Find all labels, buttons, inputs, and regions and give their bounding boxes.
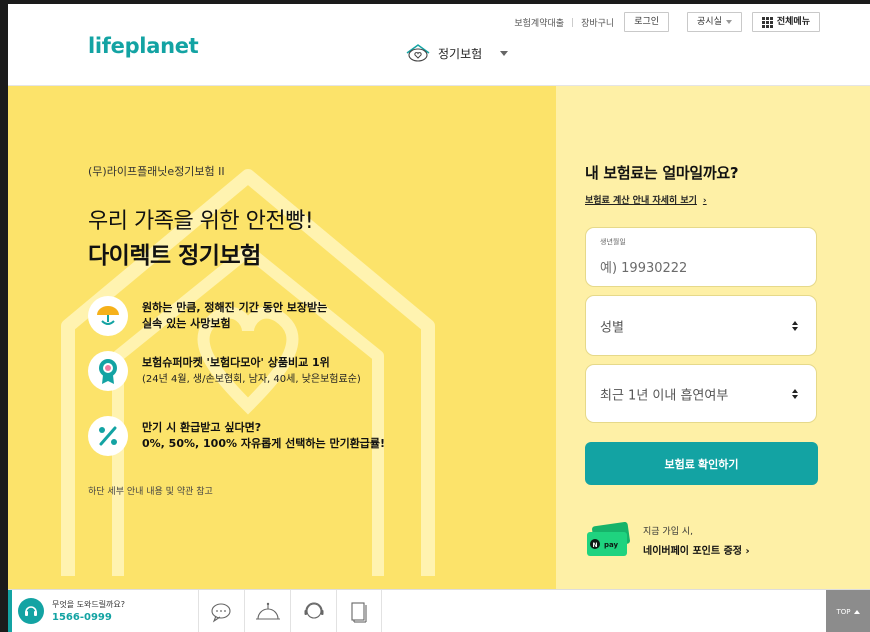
product-selector[interactable]: 정기보험 bbox=[404, 42, 509, 64]
pay-badge: pay bbox=[604, 541, 619, 549]
all-menu-label: 전체메뉴 bbox=[776, 17, 810, 27]
top-label: TOP bbox=[836, 607, 851, 616]
calculator-title: 내 보험료는 얼마일까요? bbox=[585, 164, 739, 182]
chevron-down-icon bbox=[725, 20, 732, 24]
calculation-guide-link[interactable]: 보험료 계산 안내 자세히 보기 › bbox=[585, 193, 707, 206]
all-menu-button[interactable]: 전체메뉴 bbox=[751, 12, 820, 32]
feature-icon-circle bbox=[88, 351, 128, 391]
loan-link[interactable]: 보험계약대출 bbox=[514, 16, 564, 29]
chevron-right-icon: › bbox=[745, 545, 750, 557]
feature-2-line1: 보험슈퍼마켓 '보험다모아' 상품비교 1위 bbox=[142, 355, 330, 369]
headline-line1: 우리 가족을 위한 안전빵! bbox=[88, 209, 314, 234]
award-medal-icon bbox=[99, 359, 117, 384]
help-question: 무엇을 도와드릴까요? bbox=[52, 600, 126, 609]
phone-number[interactable]: 1566-0999 bbox=[52, 612, 125, 623]
consultant-icon bbox=[255, 602, 280, 620]
agent-button[interactable] bbox=[290, 590, 336, 632]
gender-select[interactable]: 성별 bbox=[585, 295, 817, 356]
utility-menu: 보험계약대출 장바구니 로그인 공시실 전체메뉴 bbox=[514, 12, 820, 32]
feature-item: 원하는 만큼, 정해진 기간 동안 보장받는 실속 있는 사망보험 bbox=[88, 296, 327, 336]
check-premium-button[interactable]: 보험료 확인하기 bbox=[585, 442, 818, 485]
grid-menu-icon bbox=[761, 16, 773, 28]
calculation-guide-label: 보험료 계산 안내 자세히 보기 bbox=[585, 196, 697, 206]
birthdate-input[interactable]: 생년월일 예) 19930222 bbox=[585, 227, 817, 287]
umbrella-icon bbox=[97, 306, 119, 325]
naverpay-promo[interactable]: N pay 지금 가입 시, 네이버페이 포인트 증정 › bbox=[585, 521, 750, 558]
svg-text:N: N bbox=[592, 542, 597, 549]
lifeplanet-logo[interactable]: lifeplanet bbox=[88, 34, 199, 58]
scroll-top-button[interactable]: TOP bbox=[826, 590, 870, 632]
percent-icon bbox=[99, 426, 117, 446]
smoking-placeholder: 최근 1년 이내 흡연여부 bbox=[600, 388, 729, 403]
promo-line2: 네이버페이 포인트 증정 bbox=[643, 545, 742, 557]
agent-icon bbox=[304, 602, 323, 619]
product-name: (무)라이프플래닛e정기보험 II bbox=[88, 165, 225, 178]
feature-2-line2: (24년 4월, 생/손보협회, 남자, 40세, 낮은보험료순) bbox=[142, 373, 361, 385]
notice-dropdown[interactable]: 공시실 bbox=[687, 12, 742, 32]
accent-strip bbox=[8, 590, 12, 632]
promo-line1: 지금 가입 시, bbox=[643, 526, 693, 537]
help-center[interactable]: 무엇을 도와드릴까요? 1566-0999 bbox=[18, 598, 125, 624]
hero-section: (무)라이프플래닛e정기보험 II 우리 가족을 위한 안전빵! 다이렉트 정기… bbox=[8, 86, 556, 589]
headset-icon bbox=[18, 598, 44, 624]
select-arrows-icon bbox=[792, 320, 798, 331]
feature-3-line1: 만기 시 환급받고 싶다면? bbox=[142, 421, 262, 434]
cart-link[interactable]: 장바구니 bbox=[581, 16, 614, 29]
feature-item: 보험슈퍼마켓 '보험다모아' 상품비교 1위 (24년 4월, 생/손보협회, … bbox=[88, 351, 361, 391]
gender-placeholder: 성별 bbox=[600, 320, 624, 335]
feature-icon-circle bbox=[88, 416, 128, 456]
select-arrows-icon bbox=[792, 388, 798, 399]
birthdate-label: 생년월일 bbox=[600, 238, 626, 246]
feature-item: 만기 시 환급받고 싶다면? 0%, 50%, 100% 자유롭게 선택하는 만… bbox=[88, 416, 385, 456]
bottom-quick-bar: 무엇을 도와드릴까요? 1566-0999 TOP bbox=[8, 589, 870, 632]
house-heart-icon bbox=[406, 44, 430, 62]
login-button[interactable]: 로그인 bbox=[624, 12, 670, 32]
browser-viewport: lifeplanet 보험계약대출 장바구니 로그인 공시실 전체메뉴 정기보험 bbox=[8, 4, 870, 632]
consultant-button[interactable] bbox=[244, 590, 290, 632]
document-icon bbox=[351, 601, 367, 623]
birthdate-placeholder: 예) 19930222 bbox=[600, 261, 688, 276]
divider bbox=[572, 17, 574, 27]
chevron-up-icon bbox=[853, 609, 860, 614]
feature-1-line2: 실속 있는 사망보험 bbox=[142, 317, 231, 330]
login-label: 로그인 bbox=[634, 17, 660, 27]
feature-3-line2: 0%, 50%, 100% 자유롭게 선택하는 만기환급률! bbox=[142, 437, 386, 450]
feature-1-line1: 원하는 만큼, 정해진 기간 동안 보장받는 bbox=[142, 301, 328, 314]
smoking-select[interactable]: 최근 1년 이내 흡연여부 bbox=[585, 364, 817, 423]
headline-line2: 다이렉트 정기보험 bbox=[88, 243, 261, 269]
naverpay-card-icon: N pay bbox=[585, 521, 633, 558]
chevron-down-icon bbox=[500, 50, 509, 56]
footnote-text: 하단 세부 안내 내용 및 약관 참고 bbox=[88, 487, 213, 497]
premium-calculator: 내 보험료는 얼마일까요? 보험료 계산 안내 자세히 보기 › 생년월일 예) … bbox=[556, 86, 870, 589]
notice-label: 공시실 bbox=[697, 17, 722, 27]
chevron-right-icon: › bbox=[702, 196, 707, 206]
feature-icon-circle bbox=[88, 296, 128, 336]
site-header: lifeplanet 보험계약대출 장바구니 로그인 공시실 전체메뉴 정기보험 bbox=[8, 4, 870, 86]
product-label: 정기보험 bbox=[438, 46, 483, 61]
chat-icon bbox=[210, 602, 231, 622]
document-button[interactable] bbox=[336, 590, 382, 632]
chat-button[interactable] bbox=[198, 590, 244, 632]
